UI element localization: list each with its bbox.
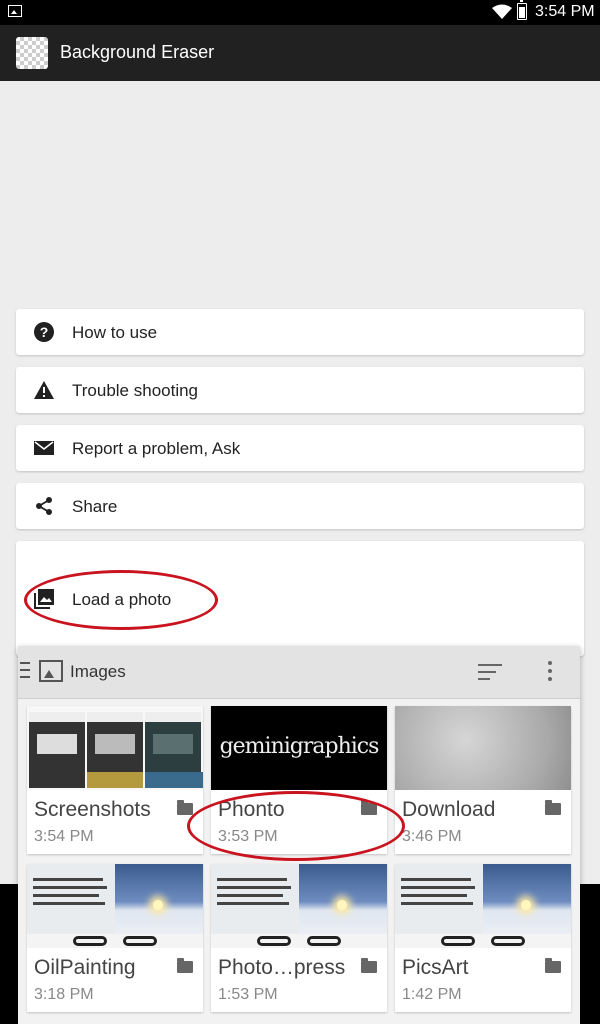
app-title: Background Eraser: [60, 42, 215, 62]
folder-thumbnail: [211, 864, 387, 948]
folder-thumbnail: [395, 706, 571, 790]
folder-name: Screenshots: [34, 798, 151, 821]
folder-icon: [545, 800, 561, 815]
mail-icon: [34, 441, 54, 455]
annotation-circle-phonto: [187, 791, 405, 861]
battery-icon: [517, 0, 527, 20]
folder-name: PicsArt: [402, 956, 469, 979]
drawer-menu-icon[interactable]: [20, 662, 30, 680]
menu-item-label: How to use: [72, 323, 158, 342]
menu-item-how-to-use[interactable]: ? How to use: [16, 309, 584, 355]
menu-item-report-problem[interactable]: Report a problem, Ask: [16, 425, 584, 471]
thumbnail-text: geminigraphics: [219, 734, 380, 759]
app-bar: Background Eraser: [0, 25, 600, 81]
folder-name: Download: [402, 798, 496, 821]
menu-item-trouble-shooting[interactable]: Trouble shooting: [16, 367, 584, 413]
menu-item-label: Share: [72, 497, 118, 516]
menu-item-label: Trouble shooting: [72, 381, 199, 400]
folder-oilpainting[interactable]: OilPainting 3:18 PM: [27, 864, 203, 1012]
more-options-icon[interactable]: [548, 661, 552, 683]
folder-thumbnail: [395, 864, 571, 948]
folder-icon: [177, 958, 193, 973]
gallery-notification-icon: [8, 5, 22, 17]
folder-thumbnail: [27, 864, 203, 948]
folder-icon: [177, 800, 193, 815]
folder-thumbnail: [27, 706, 203, 790]
help-circle-icon: ?: [34, 322, 54, 342]
folder-thumbnail: geminigraphics: [211, 706, 387, 790]
share-icon: [36, 497, 52, 515]
folder-screenshots[interactable]: Screenshots 3:54 PM: [27, 706, 203, 854]
menu-item-share[interactable]: Share: [16, 483, 584, 529]
folder-time: 1:42 PM: [402, 986, 462, 1003]
folder-download[interactable]: Download 3:46 PM: [395, 706, 571, 854]
warning-icon: [34, 381, 54, 399]
picker-title: Images: [70, 662, 126, 681]
folder-photo-express[interactable]: Photo…press 1:53 PM: [211, 864, 387, 1012]
menu-item-label: Report a problem, Ask: [72, 439, 241, 458]
folder-name: Photo…press: [218, 956, 346, 979]
svg-text:?: ?: [40, 324, 49, 340]
folder-time: 3:46 PM: [402, 828, 462, 845]
annotation-circle-load-photo: [24, 570, 218, 630]
sort-icon[interactable]: [478, 664, 502, 680]
folder-name: OilPainting: [34, 956, 136, 979]
status-time: 3:54 PM: [535, 3, 595, 20]
checkerboard-logo-icon: [16, 37, 48, 69]
folder-icon: [361, 958, 377, 973]
wifi-icon: [492, 4, 512, 19]
folder-time: 3:54 PM: [34, 828, 94, 845]
folder-picsart[interactable]: PicsArt 1:42 PM: [395, 864, 571, 1012]
image-icon: [39, 660, 63, 682]
folder-time: 1:53 PM: [218, 986, 278, 1003]
folder-icon: [545, 958, 561, 973]
status-bar: 3:54 PM: [0, 0, 600, 25]
picker-toolbar: Images: [18, 646, 580, 699]
folder-time: 3:18 PM: [34, 986, 94, 1003]
